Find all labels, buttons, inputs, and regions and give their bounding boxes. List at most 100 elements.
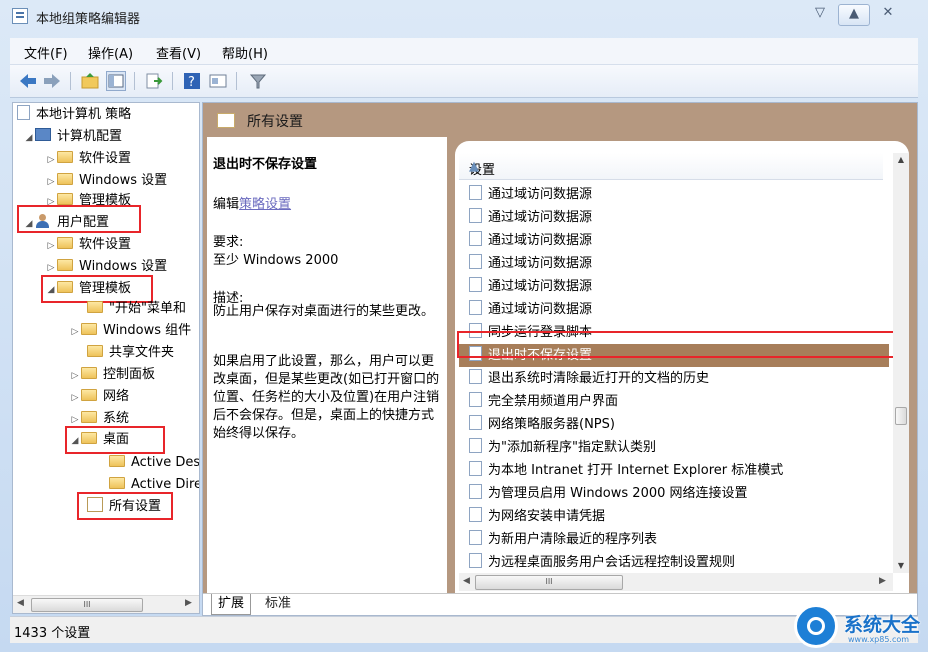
- expand-arrow-icon[interactable]: ◢: [23, 128, 35, 148]
- tree-node-control-panel[interactable]: ▷ 控制面板: [69, 365, 155, 385]
- tree-node-active-desktop[interactable]: Active Desktop: [109, 453, 199, 473]
- app-window: 本地组策略编辑器 ▽ ▲ ✕ 文件(F) 操作(A) 查看(V) 帮助(H) ?: [0, 0, 928, 652]
- folder-icon: [81, 367, 97, 379]
- column-header-setting[interactable]: 设置 ▲: [459, 153, 883, 180]
- setting-row[interactable]: 为新用户清除最近的程序列表: [459, 528, 889, 551]
- collapse-arrow-icon[interactable]: ▷: [45, 150, 57, 170]
- details-pane: 所有设置 退出时不保存设置 编辑策略设置 要求: 至少 Windows 2000…: [202, 102, 918, 616]
- setting-row[interactable]: 通过域访问数据源: [459, 298, 889, 321]
- setting-label: 为本地 Intranet 打开 Internet Explorer 标准模式: [488, 463, 784, 478]
- collapse-arrow-icon[interactable]: ▷: [69, 322, 81, 342]
- menu-help[interactable]: 帮助(H): [222, 43, 268, 62]
- setting-row[interactable]: 为管理员启用 Windows 2000 网络连接设置: [459, 482, 889, 505]
- setting-row[interactable]: 退出系统时清除最近打开的文档的历史: [459, 367, 889, 390]
- properties-icon[interactable]: [208, 71, 228, 91]
- toolbar-separator: [172, 72, 173, 90]
- watermark: 系统大全 www.xp85.com: [794, 604, 926, 652]
- setting-row[interactable]: 为本地 Intranet 打开 Internet Explorer 标准模式: [459, 459, 889, 482]
- export-list-icon[interactable]: [144, 71, 164, 91]
- setting-row[interactable]: 为远程桌面服务用户会话远程控制设置规则: [459, 551, 889, 574]
- list-hscroll-thumb[interactable]: III: [475, 575, 623, 590]
- scroll-left-arrow-icon[interactable]: ◀: [463, 576, 470, 586]
- policy-setting-icon: [469, 530, 482, 545]
- setting-row[interactable]: 网络策略服务器(NPS): [459, 413, 889, 436]
- settings-list: 设置 ▲ 通过域访问数据源 通过域访问数据源 通过域访问数据源 通过域访问数据源 通过域…: [455, 141, 909, 593]
- tree-node-network[interactable]: ▷ 网络: [69, 387, 129, 407]
- setting-row[interactable]: 通过域访问数据源: [459, 183, 889, 206]
- setting-label: 通过域访问数据源: [488, 233, 593, 248]
- list-vertical-scrollbar[interactable]: ▲ ▼: [893, 153, 909, 573]
- forward-arrow-icon[interactable]: [42, 71, 62, 91]
- policy-editor-icon: [12, 8, 28, 24]
- edit-policy-link[interactable]: 策略设置: [239, 197, 291, 212]
- description-text: 防止用户保存对桌面进行的某些更改。: [213, 304, 435, 319]
- back-arrow-icon[interactable]: [18, 71, 38, 91]
- tree-horizontal-scrollbar[interactable]: ◀ III ▶: [13, 595, 199, 613]
- close-button[interactable]: ✕: [872, 4, 904, 24]
- tree-scroll-thumb[interactable]: III: [31, 598, 143, 612]
- list-horizontal-scrollbar[interactable]: ◀ III ▶: [459, 573, 893, 591]
- setting-row[interactable]: 为"添加新程序"指定默认类别: [459, 436, 889, 459]
- setting-row[interactable]: 通过域访问数据源: [459, 252, 889, 275]
- policy-setting-icon: [469, 438, 482, 453]
- scroll-left-arrow-icon[interactable]: ◀: [17, 598, 24, 608]
- scroll-up-arrow-icon[interactable]: ▲: [893, 153, 909, 167]
- toolbar-separator: [70, 72, 71, 90]
- watermark-title: 系统大全: [844, 614, 921, 636]
- setting-label: 退出系统时清除最近打开的文档的历史: [488, 371, 710, 386]
- setting-label: 通过域访问数据源: [488, 256, 593, 271]
- setting-row[interactable]: 通过域访问数据源: [459, 275, 889, 298]
- tree-label: 系统: [103, 411, 130, 426]
- tree-node-win-components[interactable]: ▷ Windows 组件: [69, 321, 191, 341]
- setting-label: 为"添加新程序"指定默认类别: [488, 440, 656, 455]
- minimize-button[interactable]: ▽: [804, 4, 836, 24]
- setting-row[interactable]: 通过域访问数据源: [459, 229, 889, 252]
- tree-node-computer-config[interactable]: ◢ 计算机配置: [23, 127, 122, 147]
- tab-extended[interactable]: 扩展: [211, 594, 252, 615]
- setting-row[interactable]: 完全禁用频道用户界面: [459, 390, 889, 413]
- tree-node-root[interactable]: 本地计算机 策略: [17, 105, 131, 125]
- policy-setting-icon: [469, 208, 482, 223]
- list-scroll-thumb[interactable]: [895, 407, 907, 425]
- edit-prefix: 编辑: [213, 197, 240, 212]
- setting-row[interactable]: 通过域访问数据源: [459, 206, 889, 229]
- folder-icon: [109, 477, 125, 489]
- show-hide-tree-icon[interactable]: [106, 71, 126, 91]
- folder-icon: [109, 455, 125, 467]
- tree-node-cc-windows[interactable]: ▷ Windows 设置: [45, 171, 167, 191]
- scroll-right-arrow-icon[interactable]: ▶: [185, 598, 192, 608]
- maximize-button[interactable]: ▲: [838, 4, 870, 26]
- tree-label: 软件设置: [79, 237, 132, 252]
- collapse-arrow-icon[interactable]: ▷: [69, 388, 81, 408]
- tab-standard[interactable]: 标准: [259, 594, 297, 614]
- edit-line: 编辑策略设置: [213, 193, 291, 212]
- menu-view[interactable]: 查看(V): [156, 43, 201, 62]
- policy-setting-icon: [469, 231, 482, 246]
- up-folder-icon[interactable]: [80, 71, 100, 91]
- scroll-down-arrow-icon[interactable]: ▼: [893, 559, 909, 573]
- menu-file[interactable]: 文件(F): [24, 43, 68, 62]
- tree-node-start-menu[interactable]: "开始"菜单和: [87, 299, 186, 319]
- tree-node-uc-windows[interactable]: ▷ Windows 设置: [45, 257, 167, 277]
- folder-icon: [57, 259, 73, 271]
- details-header-title: 所有设置: [247, 114, 303, 130]
- collapse-arrow-icon[interactable]: ▷: [45, 172, 57, 192]
- tree-node-uc-software[interactable]: ▷ 软件设置: [45, 235, 131, 255]
- policy-setting-icon: [469, 185, 482, 200]
- policy-setting-icon: [469, 392, 482, 407]
- setting-row[interactable]: 为网络安装申请凭据: [459, 505, 889, 528]
- tree-node-cc-software[interactable]: ▷ 软件设置: [45, 149, 131, 169]
- setting-label: 通过域访问数据源: [488, 187, 593, 202]
- highlight-box-selected-setting: [457, 331, 895, 358]
- collapse-arrow-icon[interactable]: ▷: [69, 366, 81, 386]
- help-icon[interactable]: ?: [182, 71, 202, 91]
- menu-action[interactable]: 操作(A): [88, 43, 133, 62]
- filter-icon[interactable]: [248, 71, 268, 91]
- tree-label: Windows 设置: [79, 173, 168, 188]
- tree-node-shared-folders[interactable]: 共享文件夹: [87, 343, 174, 363]
- watermark-logo-icon: [794, 604, 838, 648]
- collapse-arrow-icon[interactable]: ▷: [45, 236, 57, 256]
- scroll-right-arrow-icon[interactable]: ▶: [879, 576, 886, 586]
- policy-setting-icon: [469, 484, 482, 499]
- policy-doc-icon: [17, 105, 30, 120]
